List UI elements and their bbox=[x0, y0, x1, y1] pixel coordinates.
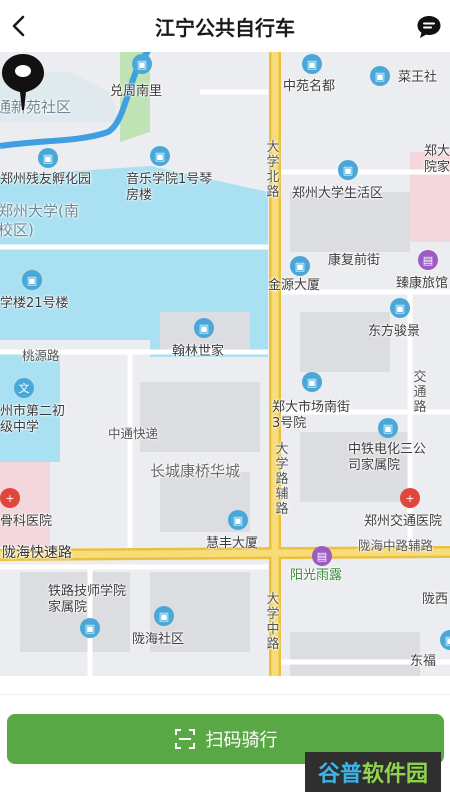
map-label: 长城康桥华城 bbox=[150, 462, 241, 480]
poi-marker[interactable]: ▣ bbox=[38, 148, 58, 168]
map-label: 州市第二初级中学 bbox=[0, 404, 66, 436]
map-label: 康复前街 bbox=[328, 253, 381, 268]
map-label: 阳光雨露 bbox=[290, 568, 343, 583]
poi-marker[interactable]: ▣ bbox=[302, 54, 322, 74]
road-label: 大学中路 bbox=[266, 592, 280, 652]
map-label: 慧丰大厦 bbox=[206, 536, 259, 551]
poi-marker[interactable]: ▤ bbox=[312, 546, 332, 566]
map-label: 陇海社区 bbox=[132, 632, 185, 647]
map-label: 东福 bbox=[410, 654, 437, 669]
map-label: 中苑名都 bbox=[283, 79, 336, 94]
road-label: 陇海快速路 bbox=[2, 545, 72, 561]
map-label: 铁路技师学院家属院 bbox=[48, 584, 127, 616]
map-label: 音乐学院1号琴房楼 bbox=[126, 172, 213, 204]
poi-marker[interactable]: ▣ bbox=[154, 606, 174, 626]
map-label: 金源大厦 bbox=[268, 278, 321, 293]
poi-marker[interactable]: ▣ bbox=[370, 66, 390, 86]
road-label: 陇海中路辅路 bbox=[358, 538, 434, 553]
poi-marker[interactable]: + bbox=[0, 488, 20, 508]
poi-marker[interactable]: ▣ bbox=[290, 256, 310, 276]
map-label: 中铁电化三公司家属院 bbox=[348, 442, 427, 474]
poi-marker[interactable]: ▣ bbox=[194, 318, 214, 338]
map-view[interactable]: ▣ ▣ ▣ ▣ ▣ ▣ ▣ ▣ ▤ ▣ ▣ 文 ▣ ▣ + + ▣ ▤ ▣ ▣ … bbox=[0, 52, 450, 676]
chat-bubble-icon[interactable] bbox=[416, 14, 442, 40]
map-label: 东方骏景 bbox=[368, 324, 421, 339]
poi-marker[interactable]: ▣ bbox=[80, 618, 100, 638]
map-label: 郑州残友孵化园 bbox=[0, 172, 92, 187]
map-label: 郑大院家 bbox=[424, 144, 450, 176]
map-label: 郑大市场南街3号院 bbox=[272, 400, 351, 432]
poi-marker[interactable]: ▣ bbox=[338, 160, 358, 180]
scan-ride-label: 扫码骑行 bbox=[205, 730, 278, 751]
location-pin-icon[interactable] bbox=[0, 52, 46, 112]
map-label: 翰林世家 bbox=[172, 344, 225, 359]
watermark-text: 软件园 bbox=[362, 762, 429, 787]
map-label: 兑周南里 bbox=[110, 84, 163, 99]
poi-marker[interactable]: ▣ bbox=[22, 270, 42, 290]
road-label: 桃源路 bbox=[22, 348, 60, 363]
map-label: 郑州交通医院 bbox=[364, 514, 443, 529]
map-background bbox=[0, 52, 450, 676]
map-label: 学楼21号楼 bbox=[0, 296, 69, 311]
header: 江宁公共自行车 bbox=[0, 0, 450, 52]
scan-frame-icon bbox=[174, 729, 195, 749]
road-label: 交通路 bbox=[413, 370, 427, 415]
poi-marker[interactable]: 文 bbox=[14, 378, 34, 398]
poi-marker[interactable]: ▣ bbox=[378, 418, 398, 438]
map-label: 中通快递 bbox=[108, 426, 159, 441]
map-label: 臻康旅馆 bbox=[396, 276, 449, 291]
poi-marker[interactable]: ▤ bbox=[418, 250, 438, 270]
watermark-text: 谷普 bbox=[317, 762, 362, 787]
map-label: 郑州大学(南校区) bbox=[0, 202, 79, 239]
poi-marker[interactable]: ▣ bbox=[228, 510, 248, 530]
watermark-logo: 谷普 软件园 bbox=[305, 752, 441, 792]
road-label: 大学路辅路 bbox=[275, 442, 289, 517]
poi-marker[interactable]: ▣ bbox=[302, 372, 322, 392]
poi-marker[interactable]: ▣ bbox=[132, 54, 152, 74]
map-label: 郑州大学生活区 bbox=[292, 186, 384, 201]
road-label: 大学北路 bbox=[266, 140, 280, 200]
poi-marker[interactable]: ▣ bbox=[150, 146, 170, 166]
page-title: 江宁公共自行车 bbox=[155, 16, 295, 40]
map-label: 陇西 bbox=[422, 592, 449, 607]
map-label: 菜王社 bbox=[398, 70, 438, 85]
poi-marker[interactable]: ▣ bbox=[390, 298, 410, 318]
map-label: 骨科医院 bbox=[0, 514, 53, 529]
poi-marker[interactable]: + bbox=[400, 488, 420, 508]
divider bbox=[0, 694, 450, 695]
